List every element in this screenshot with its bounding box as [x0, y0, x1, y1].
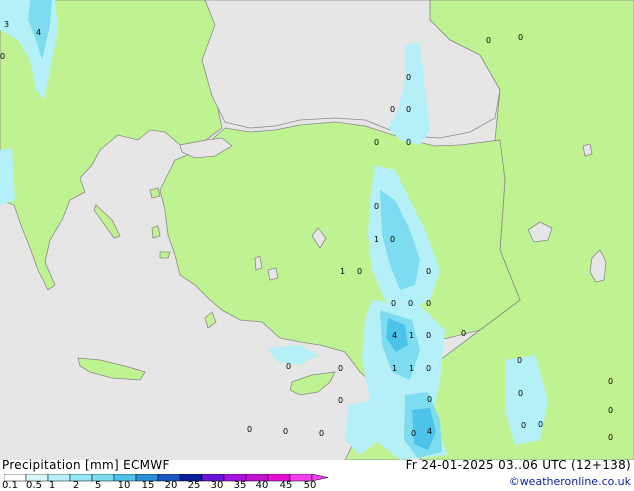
- legend-tick-label: 25: [187, 480, 201, 491]
- map-label: 0: [461, 329, 467, 338]
- map-label: 0: [408, 299, 414, 308]
- map-label: 0: [608, 406, 614, 415]
- legend-tick-label: 50: [303, 480, 317, 491]
- valid-time-label: Fr 24-01-2025 03..06 UTC (12+138): [405, 458, 631, 472]
- map-label: 0: [406, 138, 412, 147]
- legend-tick-label: 30: [210, 480, 224, 491]
- map-label: 0: [426, 299, 432, 308]
- legend-tick-label: 20: [164, 480, 178, 491]
- map-label: 1: [409, 364, 415, 373]
- map-label: 0: [390, 105, 396, 114]
- legend-tick-label: 5: [94, 480, 102, 491]
- map-label: 0: [521, 421, 527, 430]
- map-label: 0: [406, 73, 412, 82]
- map-label: 0: [0, 52, 6, 61]
- map-label: 0: [411, 429, 417, 438]
- map-title: Precipitation [mm] ECMWF: [2, 458, 170, 472]
- legend-tick-label: 10: [117, 480, 131, 491]
- map-label: 0: [406, 105, 412, 114]
- map-value-labels: 3 4 0 0 0 0 0 0 0 0 0 1 0 1 0 0 0 0 0 4 …: [0, 0, 634, 460]
- legend-tick-label: 35: [233, 480, 247, 491]
- map-label: 4: [427, 427, 433, 436]
- map-label: 0: [357, 267, 363, 276]
- map-label: 0: [338, 364, 344, 373]
- weather-map-page: 3 4 0 0 0 0 0 0 0 0 0 1 0 1 0 0 0 0 0 4 …: [0, 0, 634, 491]
- map-label: 4: [392, 331, 398, 340]
- map-label: 0: [426, 267, 432, 276]
- legend-tick-label: 0.1: [2, 480, 18, 491]
- map-label: 0: [426, 364, 432, 373]
- map-label: 0: [374, 138, 380, 147]
- legend-tick-label: 45: [279, 480, 293, 491]
- map-label: 3: [4, 20, 10, 29]
- map-label: 0: [374, 202, 380, 211]
- map-label: 1: [392, 364, 398, 373]
- map-label: 0: [247, 425, 253, 434]
- credit-link[interactable]: ©weatheronline.co.uk: [509, 475, 631, 488]
- map-label: 1: [340, 267, 346, 276]
- legend-tick-label: 1: [48, 480, 56, 491]
- map-label: 0: [518, 389, 524, 398]
- legend-tick-label: 15: [141, 480, 155, 491]
- legend-tick-label: 40: [255, 480, 269, 491]
- map-label: 0: [538, 420, 544, 429]
- map-label: 0: [608, 377, 614, 386]
- map-label: 0: [391, 299, 397, 308]
- legend-tick-label: 0.5: [26, 480, 42, 491]
- map-label: 0: [426, 331, 432, 340]
- map-label: 0: [427, 395, 433, 404]
- map-label: 0: [286, 362, 292, 371]
- map-label: 0: [486, 36, 492, 45]
- map-label: 0: [319, 429, 325, 438]
- map-label: 0: [518, 33, 524, 42]
- map-label: 4: [36, 28, 42, 37]
- map-label: 0: [608, 433, 614, 442]
- legend-tick-label: 2: [72, 480, 80, 491]
- map-label: 1: [374, 235, 380, 244]
- map-label: 1: [409, 331, 415, 340]
- map-label: 0: [390, 235, 396, 244]
- map-label: 0: [517, 356, 523, 365]
- precipitation-map: 3 4 0 0 0 0 0 0 0 0 0 1 0 1 0 0 0 0 0 4 …: [0, 0, 634, 460]
- map-label: 0: [338, 396, 344, 405]
- map-label: 0: [283, 427, 289, 436]
